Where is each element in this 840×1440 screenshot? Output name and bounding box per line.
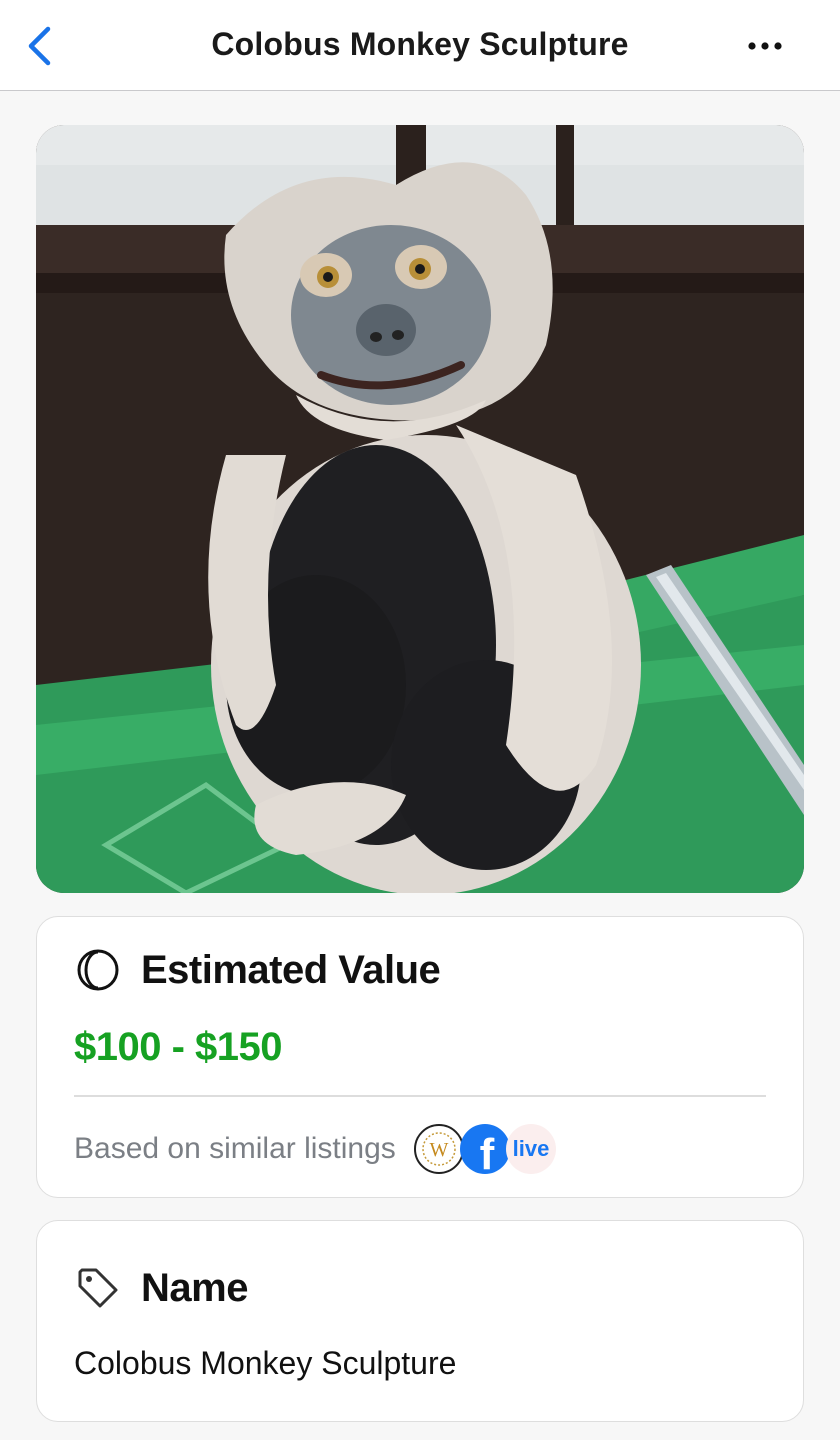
live-logo: live xyxy=(505,1124,556,1174)
item-name-value: Colobus Monkey Sculpture xyxy=(74,1345,457,1381)
name-header: Name xyxy=(75,1265,248,1311)
item-photo[interactable] xyxy=(36,125,804,893)
source-logos: W f live xyxy=(413,1124,556,1174)
divider xyxy=(74,1095,766,1097)
svg-text:live: live xyxy=(512,1136,549,1161)
facebook-logo: f xyxy=(459,1124,510,1174)
svg-text:f: f xyxy=(479,1130,494,1174)
ellipsis-icon xyxy=(748,42,782,50)
tag-icon xyxy=(75,1265,121,1311)
name-heading: Name xyxy=(141,1265,248,1310)
estimated-value-header: Estimated Value xyxy=(75,947,441,993)
source-row: Based on similar listings W f live xyxy=(74,1122,556,1176)
coin-icon xyxy=(75,947,121,993)
estimated-value-heading: Estimated Value xyxy=(141,947,441,992)
value-range: $100 - $150 xyxy=(74,1025,283,1069)
svg-text:W: W xyxy=(429,1139,448,1161)
page-title: Colobus Monkey Sculpture xyxy=(211,26,629,62)
nav-bar: Colobus Monkey Sculpture xyxy=(0,0,840,91)
more-options-button[interactable] xyxy=(740,28,790,64)
worthpoint-logo: W xyxy=(413,1124,464,1174)
monkey-sculpture-image xyxy=(36,125,804,893)
estimated-value-card: Estimated Value $100 - $150 Based on sim… xyxy=(36,916,804,1198)
name-card: Name Colobus Monkey Sculpture xyxy=(36,1220,804,1422)
source-text: Based on similar listings xyxy=(74,1132,396,1165)
